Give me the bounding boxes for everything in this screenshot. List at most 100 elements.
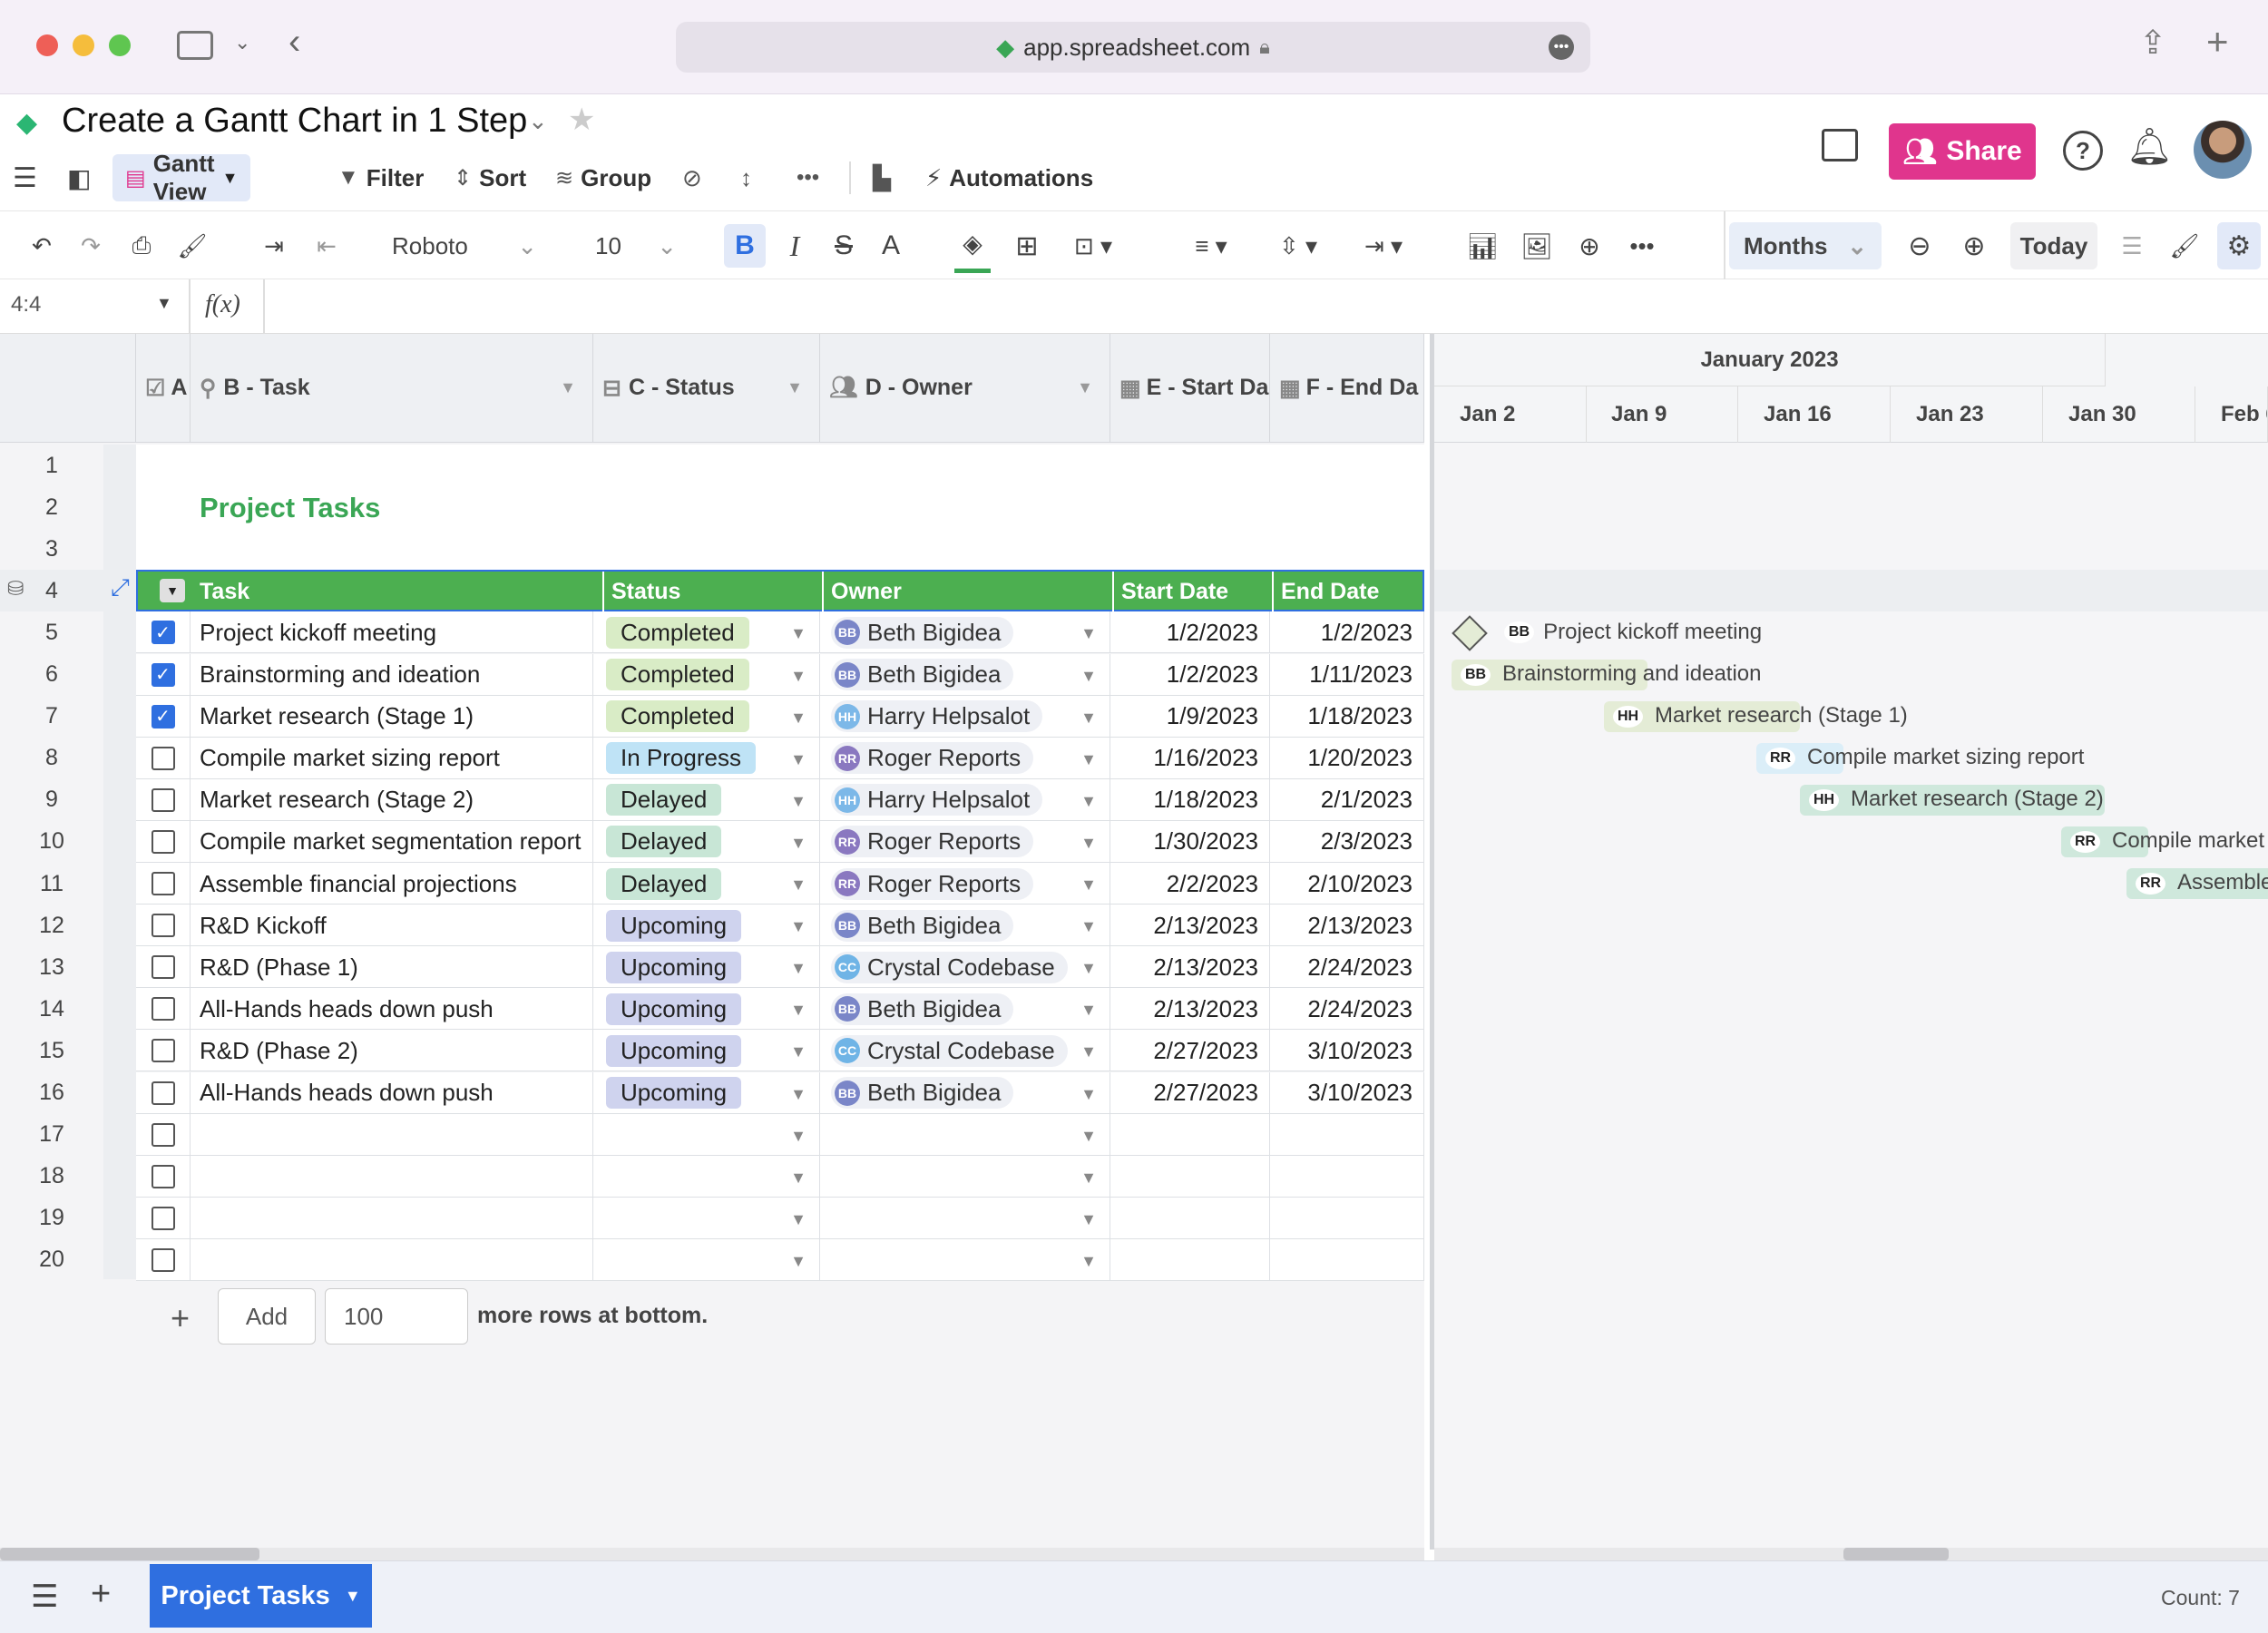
status-cell[interactable]: Completed ▼ xyxy=(593,653,820,696)
row-number[interactable]: 7 xyxy=(0,696,103,738)
caret-down-icon[interactable]: ▼ xyxy=(1080,709,1097,728)
start-date-cell[interactable]: 1/9/2023 xyxy=(1110,695,1270,738)
comment-icon[interactable] xyxy=(1822,129,1858,161)
task-cell[interactable]: R&D (Phase 2) xyxy=(191,1030,593,1072)
text-color-button[interactable]: A xyxy=(873,211,909,280)
more-icon[interactable]: ••• xyxy=(797,154,819,201)
checkbox-cell[interactable] xyxy=(136,863,191,905)
status-cell[interactable]: ▼ xyxy=(593,1113,820,1156)
row-number[interactable]: 12 xyxy=(0,905,103,946)
caret-down-icon[interactable]: ▼ xyxy=(1080,1210,1097,1229)
row-number[interactable]: 18 xyxy=(0,1156,103,1198)
more-icon[interactable]: ••• xyxy=(1549,34,1574,60)
owner-cell[interactable]: BB Beth Bigidea ▼ xyxy=(820,988,1110,1031)
task-cell[interactable] xyxy=(191,1197,593,1239)
task-checkbox[interactable] xyxy=(151,1081,175,1105)
caret-down-icon[interactable]: ▼ xyxy=(1080,750,1097,769)
caret-down-icon[interactable]: ▼ xyxy=(1080,1042,1097,1061)
row-number[interactable]: 3 xyxy=(0,528,103,570)
corner-cell[interactable] xyxy=(0,334,136,443)
task-checkbox[interactable] xyxy=(151,997,175,1022)
gantt-view-button[interactable]: ▤ Gantt View ▼ xyxy=(112,150,251,205)
row-number[interactable]: 8 xyxy=(0,738,103,779)
fill-color-icon[interactable]: ◈ xyxy=(954,219,991,273)
panel-icon[interactable]: ◧ xyxy=(67,154,91,201)
end-date-cell[interactable]: 2/10/2023 xyxy=(1270,863,1424,905)
checkbox-cell[interactable] xyxy=(136,1030,191,1072)
bold-button[interactable]: B xyxy=(724,224,766,268)
status-cell[interactable]: Upcoming ▼ xyxy=(593,905,820,947)
task-cell[interactable]: R&D Kickoff xyxy=(191,905,593,947)
start-date-cell[interactable]: 1/30/2023 xyxy=(1110,820,1270,863)
owner-cell[interactable]: BB Beth Bigidea ▼ xyxy=(820,905,1110,947)
end-date-cell[interactable]: 3/10/2023 xyxy=(1270,1030,1424,1072)
font-size-select[interactable]: 10 ⌄ xyxy=(595,211,677,280)
start-date-cell[interactable]: 1/2/2023 xyxy=(1110,653,1270,696)
owner-cell[interactable]: HH Harry Helpsalot ▼ xyxy=(820,778,1110,821)
owner-cell[interactable]: HH Harry Helpsalot ▼ xyxy=(820,695,1110,738)
status-cell[interactable]: Upcoming ▼ xyxy=(593,1071,820,1114)
outdent-icon[interactable]: ⇤ xyxy=(308,211,345,280)
end-date-cell[interactable]: 2/13/2023 xyxy=(1270,905,1424,947)
table-row[interactable]: ✓ Market research (Stage 1) Completed ▼ HH Ha… xyxy=(136,695,1424,738)
zoom-out-icon[interactable]: ⊖ xyxy=(1901,211,1938,280)
status-cell[interactable]: Upcoming ▼ xyxy=(593,988,820,1031)
status-cell[interactable]: Delayed ▼ xyxy=(593,820,820,863)
owner-cell[interactable]: RR Roger Reports ▼ xyxy=(820,737,1110,779)
gantt-scrollbar-thumb[interactable] xyxy=(1843,1548,1949,1560)
caret-down-icon[interactable]: ▼ xyxy=(790,875,807,895)
checkbox-cell[interactable] xyxy=(136,820,191,863)
indent-icon[interactable]: ⇥ xyxy=(256,211,292,280)
owner-cell[interactable]: BB Beth Bigidea ▼ xyxy=(820,611,1110,654)
caret-down-icon[interactable]: ▼ xyxy=(790,917,807,936)
owner-cell[interactable]: BB Beth Bigidea ▼ xyxy=(820,653,1110,696)
row-number[interactable]: 15 xyxy=(0,1030,103,1071)
task-checkbox[interactable] xyxy=(151,787,175,812)
start-date-cell[interactable] xyxy=(1110,1238,1270,1281)
row-number[interactable]: 9 xyxy=(0,779,103,821)
start-date-cell[interactable] xyxy=(1110,1155,1270,1198)
status-cell[interactable]: ▼ xyxy=(593,1238,820,1281)
end-date-cell[interactable]: 2/3/2023 xyxy=(1270,820,1424,863)
start-date-cell[interactable] xyxy=(1110,1113,1270,1156)
status-cell[interactable]: Delayed ▼ xyxy=(593,778,820,821)
table-row[interactable]: All-Hands heads down push Upcoming ▼ BB Beth… xyxy=(136,1071,1424,1114)
row-number[interactable]: 11 xyxy=(0,863,103,905)
undo-icon[interactable]: ↶ xyxy=(24,211,60,280)
caret-down-icon[interactable]: ▼ xyxy=(790,1042,807,1061)
star-icon[interactable]: ★ xyxy=(568,102,595,138)
gantt-outline-icon[interactable]: ☰ xyxy=(2114,211,2150,280)
start-date-cell[interactable]: 2/13/2023 xyxy=(1110,946,1270,989)
function-icon[interactable]: f(x) xyxy=(205,290,240,319)
italic-button[interactable]: I xyxy=(777,211,813,280)
caret-down-icon[interactable]: ▼ xyxy=(790,1252,807,1271)
end-date-cell[interactable]: 1/20/2023 xyxy=(1270,737,1424,779)
table-row[interactable]: R&D (Phase 2) Upcoming ▼ CC Crystal Codebase… xyxy=(136,1030,1424,1072)
end-date-cell[interactable]: 1/2/2023 xyxy=(1270,611,1424,654)
task-checkbox[interactable]: ✓ xyxy=(151,704,175,728)
formula-input[interactable] xyxy=(272,285,2259,328)
row-number[interactable]: 6 xyxy=(0,654,103,696)
task-checkbox[interactable] xyxy=(151,746,175,770)
end-date-cell[interactable]: 2/24/2023 xyxy=(1270,988,1424,1031)
zoom-window-button[interactable] xyxy=(109,34,131,56)
checkbox-cell[interactable] xyxy=(136,1155,191,1198)
caret-down-icon[interactable]: ▼ xyxy=(790,792,807,811)
end-date-cell[interactable] xyxy=(1270,1155,1424,1198)
task-cell[interactable]: All-Hands heads down push xyxy=(191,988,593,1031)
caret-down-icon[interactable]: ▼ xyxy=(790,834,807,853)
task-cell[interactable]: Compile market sizing report xyxy=(191,737,593,779)
text-wrap-icon[interactable]: ⇥ ▾ xyxy=(1352,211,1415,280)
start-date-cell[interactable]: 2/13/2023 xyxy=(1110,988,1270,1031)
image-icon[interactable]: 🖼︎ xyxy=(1519,211,1555,280)
caret-down-icon[interactable]: ▼ xyxy=(790,959,807,978)
row-number[interactable]: 14 xyxy=(0,988,103,1030)
status-cell[interactable]: Upcoming ▼ xyxy=(593,1030,820,1072)
task-cell[interactable]: All-Hands heads down push xyxy=(191,1071,593,1114)
task-cell[interactable]: Compile market segmentation report xyxy=(191,820,593,863)
strikethrough-button[interactable]: S xyxy=(826,211,862,280)
task-checkbox[interactable] xyxy=(151,829,175,854)
task-cell[interactable]: Assemble financial projections xyxy=(191,863,593,905)
add-icon[interactable]: + xyxy=(171,1299,190,1337)
status-cell[interactable]: In Progress ▼ xyxy=(593,737,820,779)
